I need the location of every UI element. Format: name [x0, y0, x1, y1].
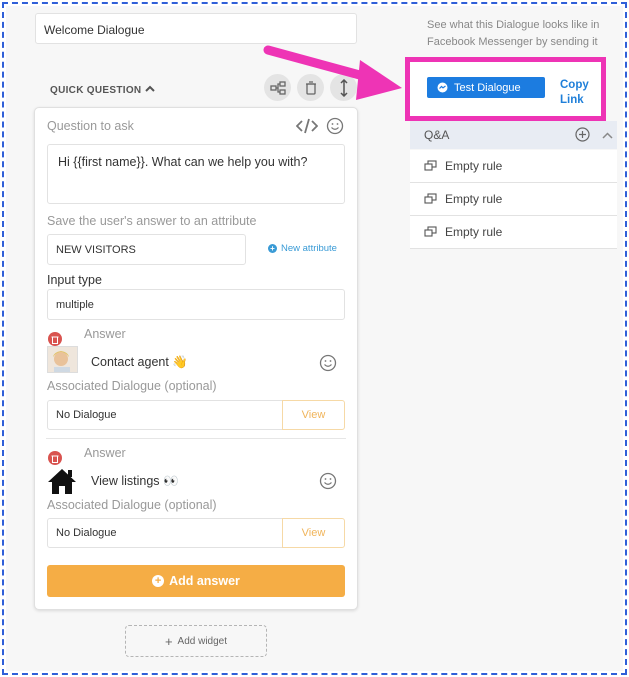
answer-text[interactable]: Contact agent 👋: [91, 355, 188, 370]
associated-dialogue-label: Associated Dialogue (optional): [47, 498, 217, 512]
plus-circle-icon: +: [268, 244, 277, 253]
new-attribute-label: New attribute: [281, 243, 337, 254]
rule-label: Empty rule: [445, 192, 503, 206]
attribute-input[interactable]: NEW VISITORS: [47, 234, 246, 265]
rule-label: Empty rule: [445, 159, 503, 173]
test-description: See what this Dialogue looks like in Fac…: [427, 19, 600, 48]
rule-item[interactable]: Empty rule: [410, 183, 617, 216]
rule-icon: [424, 193, 437, 204]
emoji-icon[interactable]: [319, 354, 337, 377]
trash-icon: [51, 336, 59, 344]
trash-icon: [51, 455, 59, 463]
delete-answer-button[interactable]: [48, 332, 62, 346]
code-icon[interactable]: [295, 118, 319, 139]
qa-header-label: Q&A: [424, 128, 450, 142]
house-icon: [47, 467, 77, 500]
view-dialogue-button[interactable]: View: [282, 518, 345, 548]
dialogue-select[interactable]: No Dialogue: [47, 400, 283, 430]
view-dialogue-button[interactable]: View: [282, 400, 345, 430]
section-label-text: QUICK QUESTION: [50, 85, 142, 96]
answer-text[interactable]: View listings 👀: [91, 474, 179, 489]
qa-section-header[interactable]: Q&A: [410, 121, 617, 149]
quick-question-toggle[interactable]: QUICK QUESTION: [50, 85, 156, 96]
chevron-up-icon[interactable]: [602, 129, 613, 143]
rule-label: Empty rule: [445, 225, 503, 239]
rule-item[interactable]: Empty rule: [410, 150, 617, 183]
chevron-up-icon: [145, 85, 156, 96]
input-type-label: Input type: [47, 273, 102, 287]
plus-icon: +: [164, 633, 173, 649]
question-label: Question to ask: [47, 119, 134, 133]
agent-avatar: [47, 346, 78, 373]
associated-dialogue-label: Associated Dialogue (optional): [47, 379, 217, 393]
test-dialogue-label: Test Dialogue: [454, 81, 521, 94]
input-type-select[interactable]: multiple: [47, 289, 345, 320]
add-widget-button[interactable]: + Add widget: [125, 625, 267, 657]
new-attribute-link[interactable]: + New attribute: [268, 243, 337, 254]
answer-divider: [46, 438, 346, 439]
add-widget-label: Add widget: [177, 635, 228, 647]
rule-icon: [424, 160, 437, 171]
plus-circle-icon: +: [152, 575, 165, 587]
add-rule-icon[interactable]: [575, 127, 590, 145]
question-textarea[interactable]: Hi {{first name}}. What can we help you …: [47, 144, 345, 204]
add-answer-button[interactable]: + Add answer: [47, 565, 345, 597]
add-answer-label: Add answer: [169, 574, 240, 588]
rule-icon: [424, 226, 437, 237]
attribute-label: Save the user's answer to an attribute: [47, 214, 257, 228]
messenger-icon: [437, 82, 448, 93]
rule-item[interactable]: Empty rule: [410, 216, 617, 249]
emoji-icon[interactable]: [326, 117, 344, 140]
answer-label: Answer: [84, 327, 126, 341]
emoji-icon[interactable]: [319, 472, 337, 495]
dialogue-select[interactable]: No Dialogue: [47, 518, 283, 548]
answer-label: Answer: [84, 446, 126, 460]
copy-link[interactable]: Copy Link: [560, 78, 594, 108]
pink-arrow-annotation: [263, 45, 402, 100]
delete-answer-button[interactable]: [48, 451, 62, 465]
test-dialogue-button[interactable]: Test Dialogue: [427, 77, 545, 98]
